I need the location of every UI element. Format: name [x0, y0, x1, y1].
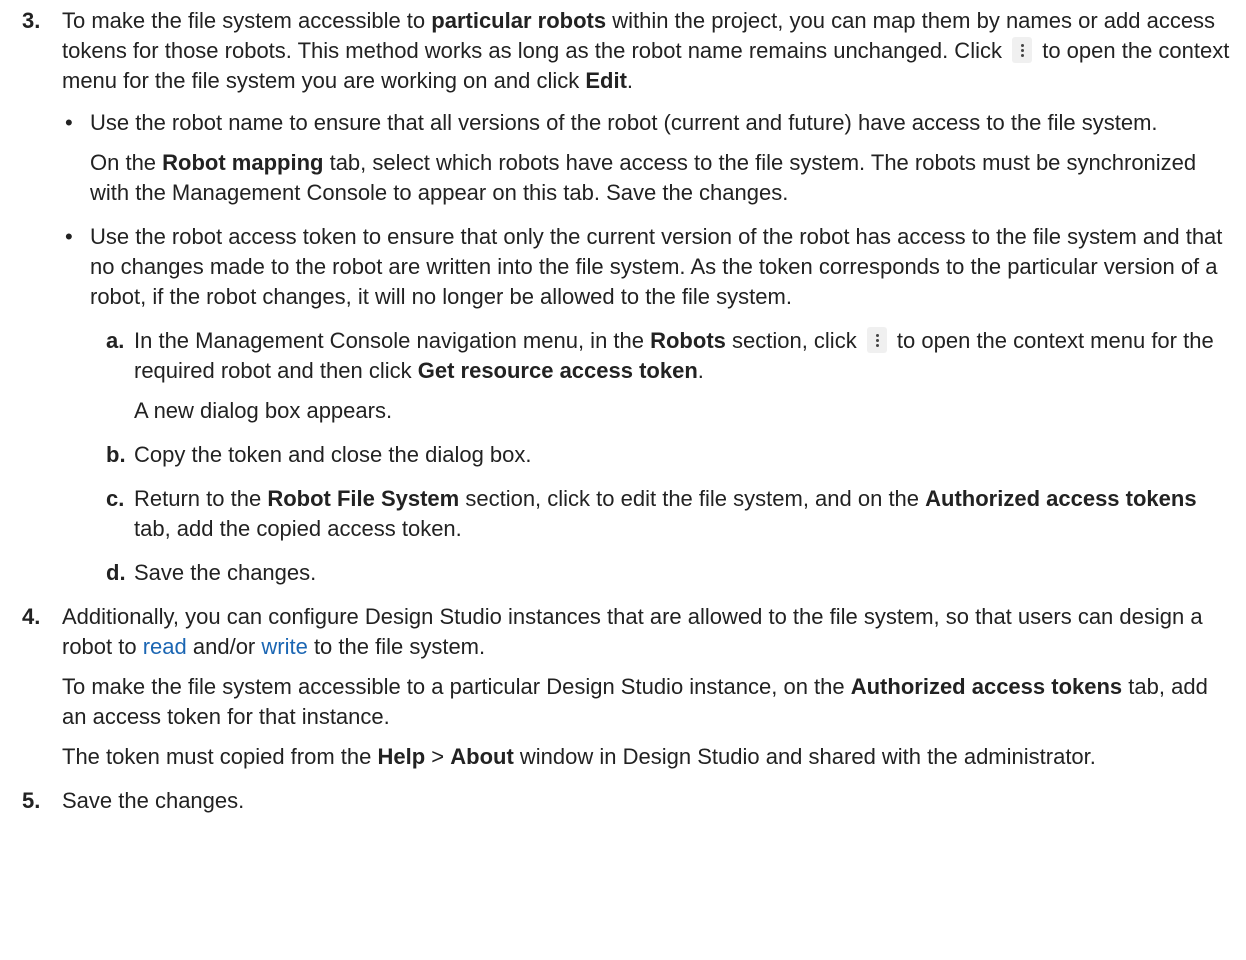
- bullet-icon: •: [65, 110, 73, 135]
- bullet-list: • Use the robot name to ensure that all …: [62, 108, 1236, 588]
- substep-c: c. Return to the Robot File System secti…: [106, 486, 1197, 541]
- list-item: • Use the robot name to ensure that all …: [62, 108, 1236, 208]
- step-4: 4. Additionally, you can configure Desig…: [22, 604, 1208, 769]
- kebab-menu-icon: [1012, 37, 1033, 63]
- step-3: 3. To make the file system accessible to…: [0, 6, 1246, 588]
- bullet-detail: On the Robot mapping tab, select which r…: [90, 150, 1197, 205]
- step-5: 5. Save the changes.: [0, 786, 1246, 816]
- emphasis: Authorized access tokens: [850, 674, 1123, 699]
- emphasis: About: [450, 744, 514, 769]
- emphasis: Robots: [650, 328, 726, 353]
- list-item: • Use the robot access token to ensure t…: [62, 222, 1236, 588]
- step-3-text: To make the file system accessible to pa…: [62, 8, 1230, 93]
- substep-a: a. In the Management Console navigation …: [106, 327, 1214, 423]
- kebab-menu-icon: [866, 327, 887, 353]
- emphasis: Get resource access token: [417, 358, 698, 383]
- bullet-icon: •: [65, 224, 73, 249]
- substep-b: b. Copy the token and close the dialog b…: [106, 442, 532, 467]
- document: 3. To make the file system accessible to…: [0, 0, 1246, 816]
- emphasis: Edit: [585, 68, 627, 93]
- emphasis: particular robots: [431, 8, 607, 33]
- step-number: 4.: [22, 604, 41, 629]
- step-number: 3.: [22, 8, 41, 33]
- emphasis: Authorized access tokens: [925, 486, 1197, 511]
- substep-d: d. Save the changes.: [106, 560, 317, 585]
- write-link[interactable]: write: [261, 634, 307, 659]
- step-number: 5.: [22, 788, 41, 813]
- emphasis: Robot File System: [267, 486, 460, 511]
- read-link[interactable]: read: [143, 634, 187, 659]
- emphasis: Help: [377, 744, 426, 769]
- emphasis: Robot mapping: [162, 150, 324, 175]
